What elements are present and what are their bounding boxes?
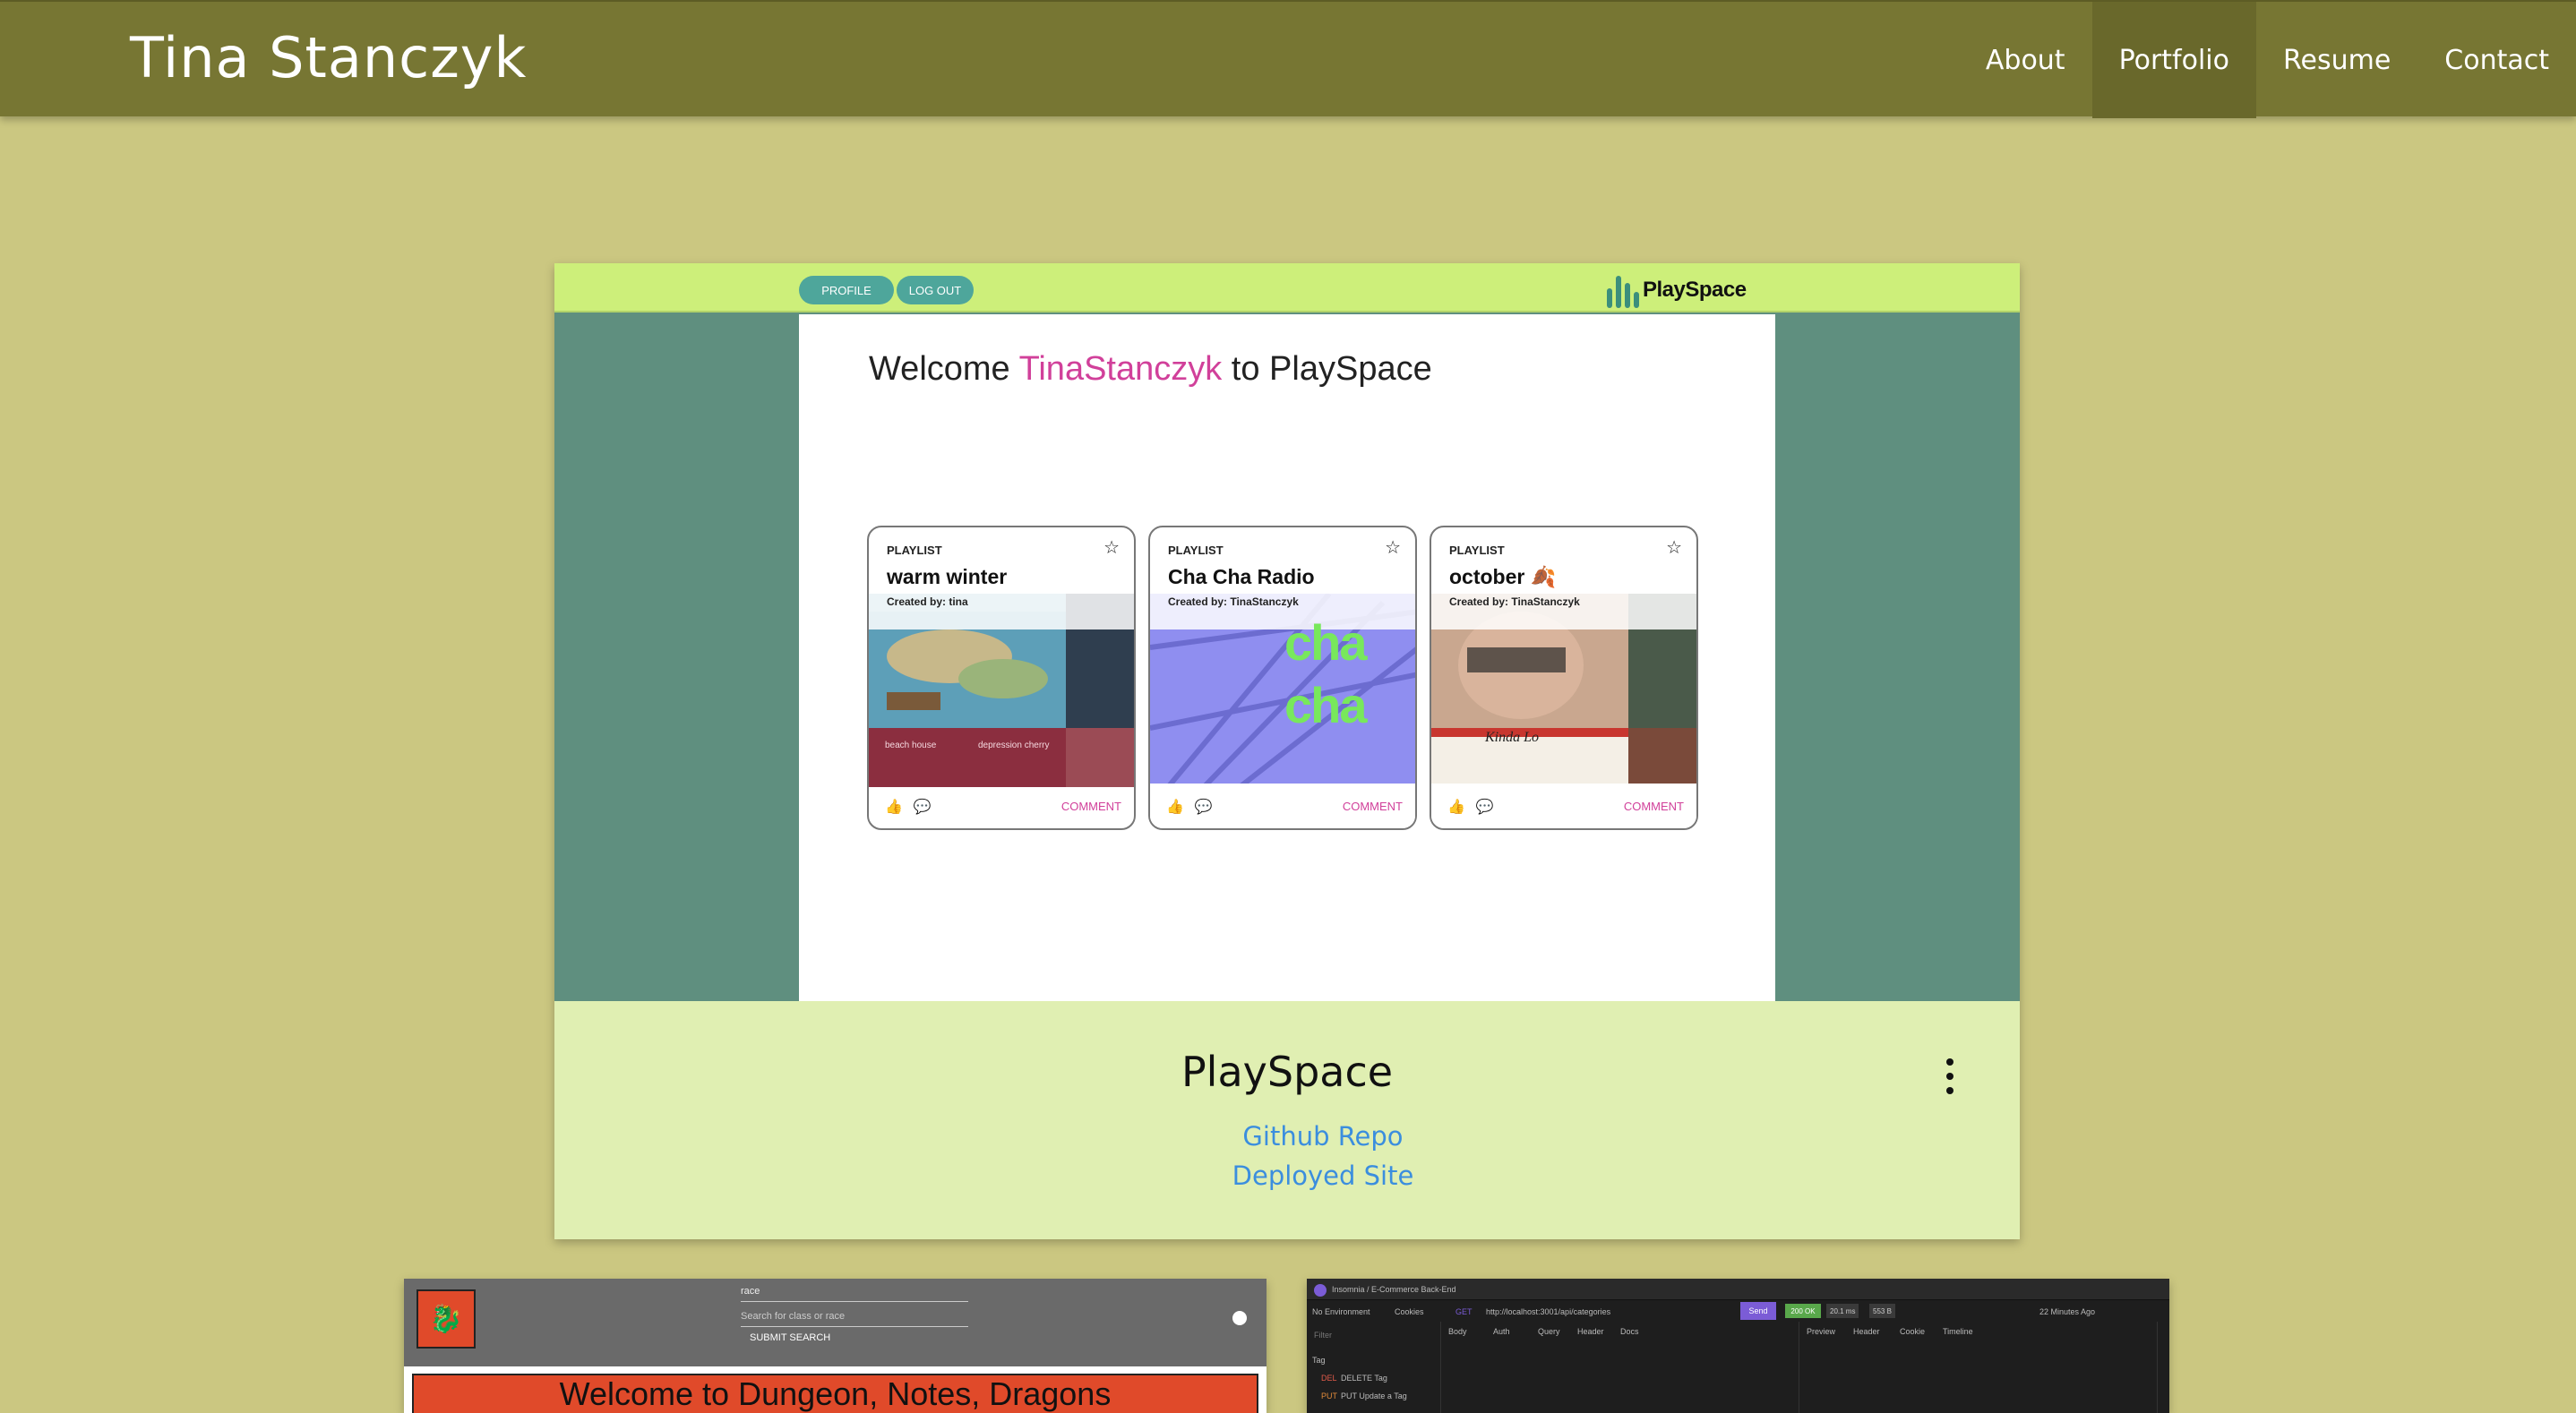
welcome-suffix: to PlaySpace xyxy=(1222,350,1432,388)
request-tab: Query xyxy=(1538,1327,1560,1336)
request-panel: Body Auth Query Header Docs xyxy=(1441,1322,1799,1413)
playspace-main: Welcome TinaStanczyk to PlaySpace PLAYLI… xyxy=(799,314,1775,1001)
response-time: 20.1 ms xyxy=(1826,1304,1859,1318)
user-icon xyxy=(1232,1311,1247,1325)
playlist-actions: 👍 💬 COMMENT xyxy=(869,784,1134,828)
more-options-icon[interactable] xyxy=(1943,1058,1957,1094)
star-icon: ☆ xyxy=(1103,536,1120,558)
response-tab: Cookie xyxy=(1900,1327,1926,1336)
request-method: DEL xyxy=(1321,1374,1337,1383)
art-caption: beach house xyxy=(885,741,937,750)
response-tab: Preview xyxy=(1807,1327,1836,1336)
comment-icon[interactable]: 💬 xyxy=(1476,798,1494,815)
logout-button: LOG OUT xyxy=(897,276,974,304)
github-repo-link[interactable]: Github Repo xyxy=(554,1121,2020,1152)
project-card-dungeon-notes[interactable]: 🐉 race Search for class or race SUBMIT S… xyxy=(404,1279,1267,1413)
response-age: 22 Minutes Ago xyxy=(2039,1307,2096,1316)
dragon-logo-icon: 🐉 xyxy=(416,1289,476,1349)
thumbs-up-icon[interactable]: 👍 xyxy=(1447,798,1465,815)
project-screenshot[interactable]: PROFILE LOG OUT PlaySpace Welcome TinaSt… xyxy=(554,263,2020,1001)
cookies-label: Cookies xyxy=(1395,1307,1424,1316)
playlist-actions: 👍 💬 COMMENT xyxy=(1150,784,1415,828)
playlist-title: warm winter xyxy=(887,565,1008,588)
thumbs-up-icon[interactable]: 👍 xyxy=(885,798,903,815)
playlist-card: PLAYLIST ☆ warm winter Created by: tina … xyxy=(867,526,1136,830)
playlist-creator: Created by: TinaStanczyk xyxy=(1449,595,1580,608)
profile-button: PROFILE xyxy=(799,276,894,304)
request-method: PUT xyxy=(1321,1392,1337,1400)
insomnia-logo-icon xyxy=(1314,1284,1327,1297)
thumbs-up-icon[interactable]: 👍 xyxy=(1166,798,1184,815)
playlist-label: PLAYLIST xyxy=(887,544,942,557)
response-panel: Preview Header Cookie Timeline xyxy=(1799,1322,2158,1413)
dnd-header: 🐉 race Search for class or race SUBMIT S… xyxy=(404,1279,1267,1366)
playlist-label: PLAYLIST xyxy=(1168,544,1224,557)
playlist-artwork xyxy=(1150,594,1415,787)
project-card-playspace: PROFILE LOG OUT PlaySpace Welcome TinaSt… xyxy=(554,263,2020,1239)
art-caption: depression cherry xyxy=(978,741,1050,750)
nav-item-resume[interactable]: Resume xyxy=(2256,2,2417,118)
request-tab: Header xyxy=(1577,1327,1604,1336)
welcome-prefix: Welcome xyxy=(869,350,1019,388)
playlist-card: PLAYLIST ☆ october 🍂 Created by: TinaSta… xyxy=(1430,526,1698,830)
nav-item-portfolio[interactable]: Portfolio xyxy=(2091,2,2256,118)
playlist-creator: Created by: tina xyxy=(887,595,968,608)
send-button: Send xyxy=(1740,1302,1776,1320)
playlist-creator: Created by: TinaStanczyk xyxy=(1168,595,1299,608)
playspace-logo-text: PlaySpace xyxy=(1643,278,1747,302)
response-tab: Timeline xyxy=(1943,1327,1973,1336)
project-card-ecommerce-backend[interactable]: Insomnia / E-Commerce Back-End No Enviro… xyxy=(1307,1279,2169,1413)
request-tab: Body xyxy=(1448,1327,1467,1336)
playlist-artwork xyxy=(869,594,1134,787)
nav-item-contact[interactable]: Contact xyxy=(2417,2,2576,118)
sidebar-request: PUT Update a Tag xyxy=(1341,1392,1407,1400)
request-sidebar: Filter Tag DEL DELETE Tag PUT PUT Update… xyxy=(1307,1322,1441,1413)
deployed-site-link[interactable]: Deployed Site xyxy=(554,1160,2020,1191)
star-icon: ☆ xyxy=(1666,536,1682,558)
welcome-heading: Welcome TinaStanczyk to PlaySpace xyxy=(869,350,1432,389)
playlist-title: october 🍂 xyxy=(1449,565,1557,588)
playspace-header: PROFILE LOG OUT PlaySpace xyxy=(554,263,2020,313)
site-brand[interactable]: Tina Stanczyk xyxy=(130,25,527,90)
art-caption: cha xyxy=(1284,677,1367,733)
sidebar-folder: Tag xyxy=(1312,1356,1326,1365)
insomnia-breadcrumb: Insomnia / E-Commerce Back-End xyxy=(1332,1285,1456,1294)
comment-button[interactable]: COMMENT xyxy=(1343,800,1403,813)
playlist-actions: 👍 💬 COMMENT xyxy=(1431,784,1696,828)
comment-icon[interactable]: 💬 xyxy=(1195,798,1213,815)
nav-item-about[interactable]: About xyxy=(1959,2,2092,118)
nav-menu: About Portfolio Resume Contact xyxy=(1959,2,2576,118)
race-select: race xyxy=(741,1286,968,1302)
class-race-search-input: Search for class or race xyxy=(741,1311,968,1327)
response-tab: Header xyxy=(1853,1327,1880,1336)
art-caption: cha xyxy=(1284,614,1367,671)
http-method: GET xyxy=(1455,1307,1473,1316)
comment-button[interactable]: COMMENT xyxy=(1061,800,1121,813)
top-navbar: Tina Stanczyk About Portfolio Resume Con… xyxy=(0,0,2576,118)
request-tab: Docs xyxy=(1620,1327,1639,1336)
status-badge: 200 OK xyxy=(1785,1304,1821,1318)
star-icon: ☆ xyxy=(1385,536,1401,558)
insomnia-titlebar: Insomnia / E-Commerce Back-End xyxy=(1307,1279,2169,1300)
comment-icon[interactable]: 💬 xyxy=(914,798,932,815)
comment-button[interactable]: COMMENT xyxy=(1624,800,1684,813)
welcome-username: TinaStanczyk xyxy=(1018,350,1223,388)
dnd-welcome-text: Welcome to Dungeon, Notes, Dragons xyxy=(559,1375,1112,1412)
request-tab: Auth xyxy=(1493,1327,1510,1336)
request-url: http://localhost:3001/api/categories xyxy=(1486,1307,1611,1316)
playlist-label: PLAYLIST xyxy=(1449,544,1505,557)
filter-input: Filter xyxy=(1314,1331,1332,1340)
response-size: 553 B xyxy=(1869,1304,1895,1318)
equalizer-icon xyxy=(1607,272,1639,308)
art-caption: Kinda Lo xyxy=(1485,730,1540,745)
sidebar-request: DELETE Tag xyxy=(1341,1374,1387,1383)
environment-label: No Environment xyxy=(1312,1307,1370,1316)
project-title: PlaySpace xyxy=(1181,1048,1394,1096)
playspace-logo: PlaySpace xyxy=(1607,272,1747,308)
submit-search-button: SUBMIT SEARCH xyxy=(750,1332,831,1343)
playlist-artwork xyxy=(1431,594,1696,787)
playlist-card: PLAYLIST ☆ Cha Cha Radio Created by: Tin… xyxy=(1148,526,1417,830)
playlist-title: Cha Cha Radio xyxy=(1168,565,1315,588)
